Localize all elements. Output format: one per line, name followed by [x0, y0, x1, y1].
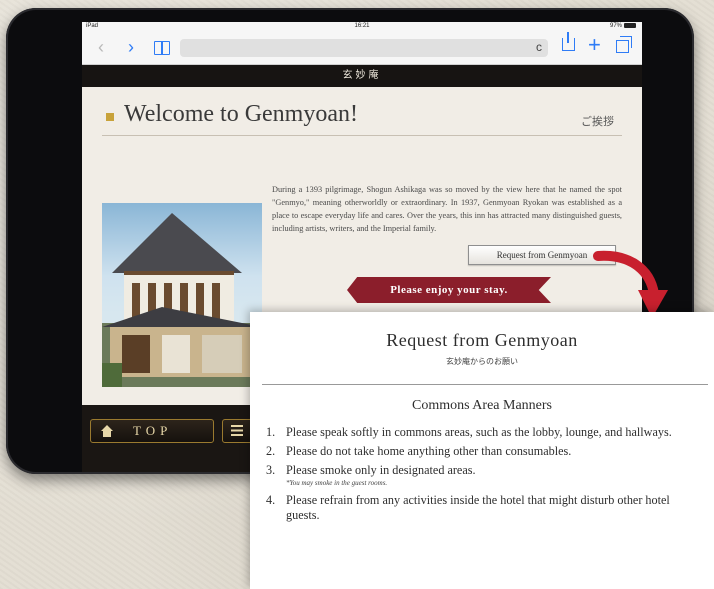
address-bar[interactable]: c [180, 39, 548, 57]
rule-note: *You may smoke in the guest rooms. [286, 479, 388, 487]
rule-item: 3. Please smoke only in designated areas… [266, 463, 706, 489]
battery-percent: 97% [609, 23, 622, 30]
forward-icon[interactable]: › [128, 38, 134, 56]
site-header: 玄妙庵 [82, 65, 642, 87]
top-button[interactable]: TOP [90, 419, 214, 443]
new-tab-icon[interactable]: + [588, 34, 601, 56]
bookmarks-icon[interactable] [154, 41, 170, 55]
ryokan-building-image [102, 213, 262, 387]
page-title: Welcome to Genmyoan! [124, 101, 358, 127]
enjoy-banner: Please enjoy your stay. [347, 277, 551, 303]
rule-item: 1. Please speak softly in commons areas,… [266, 425, 706, 440]
ryokan-photo [102, 203, 262, 387]
rule-number: 1. [266, 425, 276, 439]
back-icon[interactable]: ‹ [98, 38, 104, 56]
status-bar: iPad 16:21 97% [82, 22, 642, 32]
rule-text: Please do not take home anything other t… [286, 444, 572, 458]
section-title: Commons Area Manners [412, 398, 552, 413]
rule-text: Please smoke only in designated areas. [286, 463, 476, 477]
rule-item: 4. Please refrain from any activities in… [266, 493, 706, 523]
title-bullet-icon [106, 113, 114, 121]
popup-divider [262, 384, 708, 385]
intro-text: During a 1393 pilgrimage, Shogun Ashikag… [272, 185, 622, 233]
browser-toolbar: ‹ › c + [82, 32, 642, 65]
reload-icon[interactable]: c [536, 40, 542, 54]
rule-number: 3. [266, 463, 276, 477]
tabs-icon[interactable] [616, 36, 632, 53]
device-label: iPad [86, 23, 99, 29]
title-row: Welcome to Genmyoan! ご挨拶 [102, 101, 622, 136]
clock: 16:21 [354, 23, 370, 29]
rule-text: Please refrain from any activities insid… [286, 493, 670, 522]
rule-number: 2. [266, 444, 276, 458]
rule-number: 4. [266, 493, 276, 507]
greeting-link[interactable]: ご挨拶 [581, 113, 614, 129]
battery-icon [624, 23, 636, 28]
popup-subtitle: 玄妙庵からのお願い [446, 357, 518, 366]
share-icon[interactable] [562, 32, 575, 51]
rules-list: 1. Please speak softly in commons areas,… [266, 425, 706, 527]
request-popup: Request from Genmyoan 玄妙庵からのお願い Commons … [250, 312, 714, 589]
top-button-label: TOP [133, 423, 173, 438]
battery-status: 97% [610, 23, 636, 29]
rule-text: Please speak softly in commons areas, su… [286, 425, 672, 439]
rule-item: 2. Please do not take home anything othe… [266, 444, 706, 459]
menu-icon [231, 425, 243, 436]
home-icon [101, 425, 113, 437]
popup-title: Request from Genmyoan [386, 330, 578, 350]
